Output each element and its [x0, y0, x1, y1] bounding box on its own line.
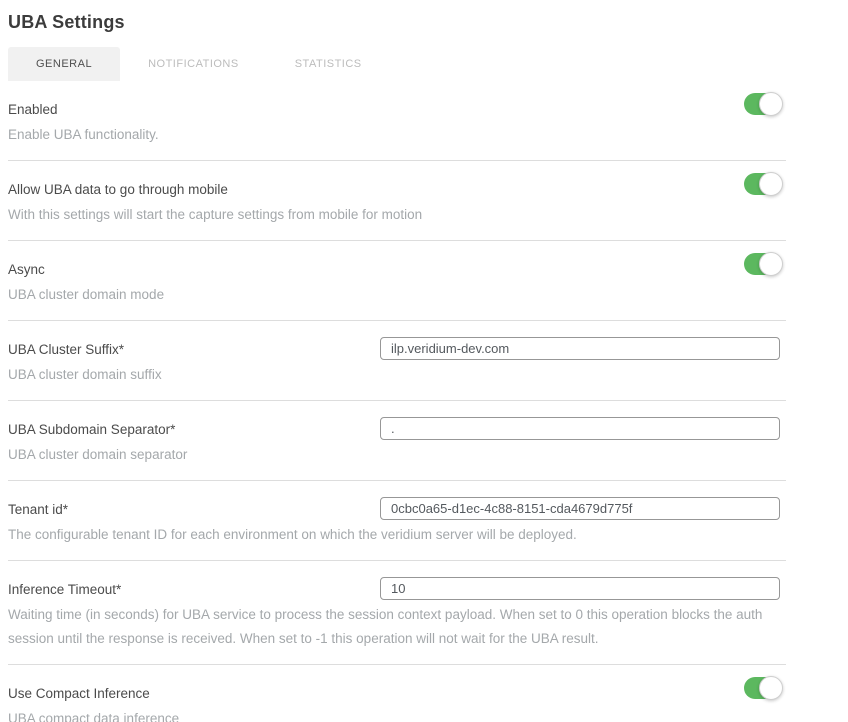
setting-label: Allow UBA data to go through mobile [8, 180, 786, 200]
setting-description: UBA cluster domain separator [8, 443, 780, 467]
setting-row-tenant-id: Tenant id* The configurable tenant ID fo… [8, 481, 786, 561]
settings-tab-bar: GENERAL NOTIFICATIONS STATISTICS [8, 47, 786, 81]
inference-timeout-input[interactable] [380, 577, 780, 600]
setting-row-enabled: Enabled Enable UBA functionality. [8, 81, 786, 161]
setting-label: Async [8, 260, 786, 280]
toggle-knob [759, 676, 783, 700]
setting-description: UBA cluster domain suffix [8, 363, 780, 387]
settings-list: Enabled Enable UBA functionality. Allow … [8, 81, 786, 722]
setting-description: Waiting time (in seconds) for UBA servic… [8, 603, 780, 651]
uba-subdomain-separator-input[interactable] [380, 417, 780, 440]
tab-general[interactable]: GENERAL [8, 47, 120, 81]
input-wrap [380, 417, 780, 440]
setting-description: UBA cluster domain mode [8, 283, 780, 307]
input-wrap [380, 337, 780, 360]
toggle-knob [759, 172, 783, 196]
setting-row-async: Async UBA cluster domain mode [8, 241, 786, 321]
use-compact-inference-toggle[interactable] [744, 677, 781, 699]
enabled-toggle[interactable] [744, 93, 781, 115]
setting-row-uba-cluster-suffix: UBA Cluster Suffix* UBA cluster domain s… [8, 321, 786, 401]
setting-label: Enabled [8, 100, 786, 120]
setting-row-inference-timeout: Inference Timeout* Waiting time (in seco… [8, 561, 786, 665]
setting-description: With this settings will start the captur… [8, 203, 780, 227]
input-wrap [380, 577, 780, 600]
setting-description: The configurable tenant ID for each envi… [8, 523, 780, 547]
toggle-knob [759, 252, 783, 276]
setting-row-allow-uba-data-mobile: Allow UBA data to go through mobile With… [8, 161, 786, 241]
uba-settings-page: UBA Settings GENERAL NOTIFICATIONS STATI… [0, 0, 786, 722]
tenant-id-input[interactable] [380, 497, 780, 520]
setting-row-uba-subdomain-separator: UBA Subdomain Separator* UBA cluster dom… [8, 401, 786, 481]
setting-label: Use Compact Inference [8, 684, 786, 704]
allow-uba-data-mobile-toggle[interactable] [744, 173, 781, 195]
uba-cluster-suffix-input[interactable] [380, 337, 780, 360]
async-toggle[interactable] [744, 253, 781, 275]
tab-statistics[interactable]: STATISTICS [267, 47, 390, 81]
toggle-knob [759, 92, 783, 116]
page-title: UBA Settings [8, 0, 786, 33]
setting-row-use-compact-inference: Use Compact Inference UBA compact data i… [8, 665, 786, 722]
input-wrap [380, 497, 780, 520]
setting-description: UBA compact data inference [8, 707, 780, 722]
tab-notifications[interactable]: NOTIFICATIONS [120, 47, 267, 81]
setting-description: Enable UBA functionality. [8, 123, 780, 147]
